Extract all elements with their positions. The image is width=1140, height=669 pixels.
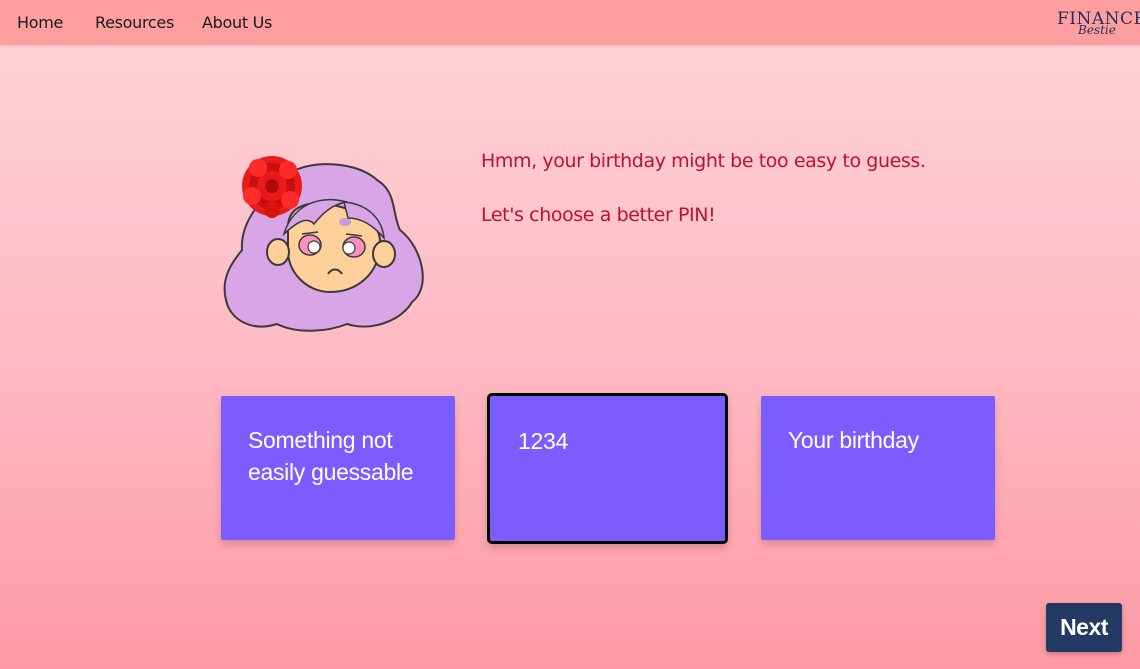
nav-home-link[interactable]: Home	[17, 13, 63, 32]
dialogue-line-1: Hmm, your birthday might be too easy to …	[481, 150, 926, 172]
nav-about-us-link[interactable]: About Us	[202, 13, 272, 32]
nav-resources-link[interactable]: Resources	[95, 13, 174, 32]
choice-card-birthday[interactable]: Your birthday	[761, 396, 995, 540]
top-navbar: Home Resources About Us FINANCE Bestie	[0, 0, 1140, 45]
choice-card-not-guessable[interactable]: Something not easily guessable	[221, 396, 455, 540]
logo-script: Bestie	[1078, 23, 1116, 37]
next-button[interactable]: Next	[1046, 603, 1122, 652]
dialogue-line-2: Let's choose a better PIN!	[481, 204, 716, 226]
choice-card-1234[interactable]: 1234	[487, 393, 728, 544]
avatar	[223, 156, 424, 332]
finance-bestie-logo[interactable]: FINANCE Bestie	[1057, 9, 1140, 41]
